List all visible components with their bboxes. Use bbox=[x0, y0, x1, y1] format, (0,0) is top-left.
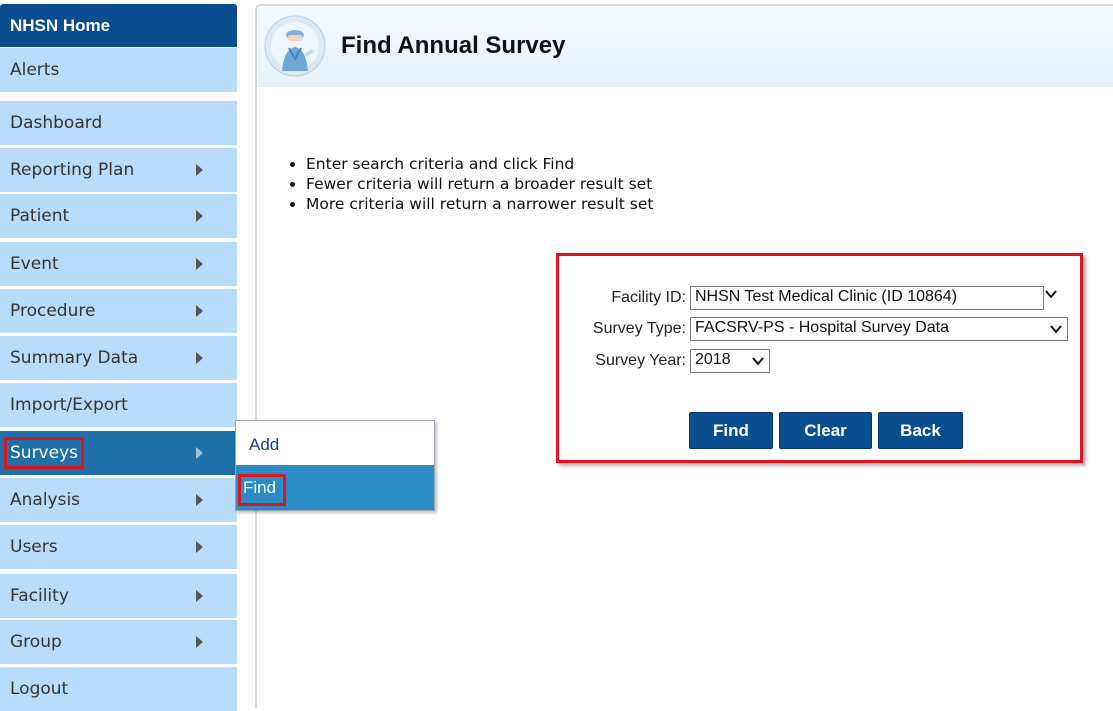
sidebar-item-label: Patient bbox=[10, 206, 70, 226]
list-item: Fewer criteria will return a broader res… bbox=[306, 174, 653, 194]
sidebar-item-alerts[interactable]: Alerts bbox=[0, 48, 237, 92]
chevron-right-icon bbox=[196, 352, 203, 364]
sidebar-item-users[interactable]: Users bbox=[0, 525, 237, 569]
chevron-right-icon bbox=[196, 636, 203, 648]
facility-id-select[interactable]: NHSN Test Medical Clinic (ID 10864) bbox=[690, 286, 1044, 310]
sidebar-item-label: Import/Export bbox=[10, 395, 128, 415]
chevron-right-icon bbox=[196, 541, 203, 553]
sidebar-item-summary-data[interactable]: Summary Data bbox=[0, 336, 237, 380]
survey-year-label: Survey Year: bbox=[595, 352, 686, 369]
list-item: More criteria will return a narrower res… bbox=[306, 194, 653, 214]
submenu-item-label: Find bbox=[237, 474, 287, 506]
sidebar-item-dashboard[interactable]: Dashboard bbox=[0, 101, 237, 145]
chevron-right-icon bbox=[196, 494, 203, 506]
chevron-right-icon bbox=[196, 590, 203, 602]
sidebar-item-label: Analysis bbox=[10, 490, 81, 510]
chevron-down-icon bbox=[1050, 325, 1062, 334]
chevron-right-icon bbox=[196, 305, 203, 317]
sidebar-item-analysis[interactable]: Analysis bbox=[0, 478, 237, 522]
chevron-down-icon bbox=[1045, 290, 1057, 299]
survey-type-select[interactable]: FACSRV-PS - Hospital Survey Data bbox=[690, 317, 1068, 341]
sidebar-item-label: Procedure bbox=[10, 301, 96, 321]
sidebar-item-label: Users bbox=[10, 537, 58, 557]
chevron-down-icon bbox=[752, 357, 764, 366]
sidebar-item-patient[interactable]: Patient bbox=[0, 194, 237, 238]
sidebar-item-label: Event bbox=[10, 254, 59, 274]
survey-type-value: FACSRV-PS - Hospital Survey Data bbox=[695, 319, 950, 336]
page-title: Find Annual Survey bbox=[341, 32, 566, 59]
sidebar-item-label: Dashboard bbox=[10, 113, 103, 133]
sidebar-item-label: Facility bbox=[10, 586, 69, 606]
sidebar-item-label: Logout bbox=[10, 679, 69, 699]
submenu-item-find[interactable]: Find bbox=[236, 465, 434, 510]
sidebar-item-import-export[interactable]: Import/Export bbox=[0, 383, 237, 427]
sidebar-item-label: Summary Data bbox=[10, 348, 139, 368]
chevron-right-icon bbox=[196, 258, 203, 270]
sidebar-item-procedure[interactable]: Procedure bbox=[0, 289, 237, 333]
nav-home[interactable]: NHSN Home bbox=[0, 4, 237, 47]
sidebar-item-event[interactable]: Event bbox=[0, 242, 237, 286]
sidebar-item-logout[interactable]: Logout bbox=[0, 667, 237, 711]
chevron-right-icon bbox=[196, 210, 203, 222]
sidebar-item-facility[interactable]: Facility bbox=[0, 574, 237, 618]
surveys-submenu: Add Find bbox=[235, 420, 435, 511]
chevron-right-icon bbox=[196, 447, 203, 459]
sidebar-item-label: Group bbox=[10, 632, 62, 652]
find-button[interactable]: Find bbox=[689, 412, 773, 449]
page-header: Find Annual Survey bbox=[258, 7, 1113, 87]
sidebar-item-surveys[interactable]: Surveys bbox=[0, 431, 237, 475]
search-criteria-form: Facility ID: NHSN Test Medical Clinic (I… bbox=[556, 253, 1083, 463]
sidebar-item-group[interactable]: Group bbox=[0, 620, 237, 664]
sidebar-item-label: Surveys bbox=[4, 437, 84, 469]
sidebar-item-reporting-plan[interactable]: Reporting Plan bbox=[0, 148, 237, 192]
sidebar-item-label: Alerts bbox=[10, 60, 60, 80]
survey-year-value: 2018 bbox=[695, 351, 731, 368]
list-item: Enter search criteria and click Find bbox=[306, 154, 653, 174]
surgeon-icon bbox=[264, 15, 326, 77]
submenu-item-add[interactable]: Add bbox=[236, 421, 434, 465]
chevron-right-icon bbox=[196, 164, 203, 176]
survey-year-select[interactable]: 2018 bbox=[690, 349, 770, 373]
instructions-list: Enter search criteria and click Find Few… bbox=[288, 154, 653, 214]
facility-id-label: Facility ID: bbox=[611, 289, 686, 306]
sidebar-item-label: Reporting Plan bbox=[10, 160, 135, 180]
survey-type-label: Survey Type: bbox=[592, 320, 686, 337]
back-button[interactable]: Back bbox=[878, 412, 963, 449]
clear-button[interactable]: Clear bbox=[779, 412, 872, 449]
facility-id-value: NHSN Test Medical Clinic (ID 10864) bbox=[695, 288, 958, 305]
